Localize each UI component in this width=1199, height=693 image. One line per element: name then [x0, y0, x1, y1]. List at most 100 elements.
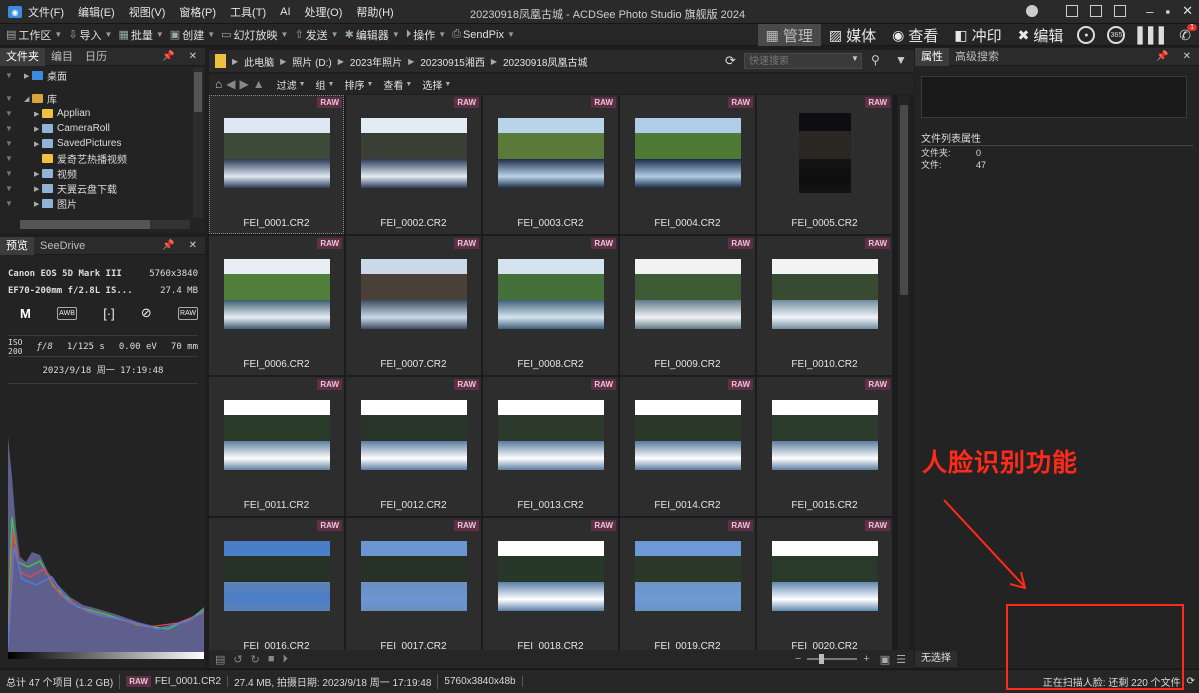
chevron-right-icon[interactable]: ▶: [280, 57, 286, 66]
tree-item-iqiyi[interactable]: ▼ 爱奇艺热播视频: [0, 151, 205, 166]
chevron-right-icon[interactable]: ▶: [34, 185, 42, 193]
tree-item-library[interactable]: ▼ ◢ 库: [0, 91, 205, 106]
tab-preview[interactable]: 预览: [0, 236, 34, 255]
tab-seedrive[interactable]: SeeDrive: [34, 237, 91, 255]
breadcrumb-xiangxi[interactable]: 20230915湘西: [420, 54, 485, 69]
close-icon[interactable]: ✕: [189, 51, 197, 62]
filter-icon[interactable]: ▼: [895, 53, 907, 67]
thumbnail-item[interactable]: RAW FEI_0005.CR2: [757, 95, 892, 234]
import-button[interactable]: ⇩ 导入 ▼: [68, 27, 112, 43]
thumbnail-item[interactable]: RAW FEI_0001.CR2: [209, 95, 344, 234]
face-scan-icon[interactable]: ⟳: [1187, 676, 1195, 687]
mode-manage[interactable]: ▦ 管理: [757, 24, 821, 46]
menu-pane[interactable]: 窗格(P): [179, 4, 216, 20]
quick-search-input[interactable]: [744, 53, 862, 69]
chevron-right-icon[interactable]: ▶: [34, 170, 42, 178]
menu-help[interactable]: 帮助(H): [356, 4, 393, 20]
tree-item-cloud-download[interactable]: ▼ ▶ 天翼云盘下载: [0, 181, 205, 196]
thumbnail-size-slider[interactable]: [807, 654, 858, 664]
tab-advanced-search[interactable]: 高级搜索: [949, 48, 1005, 66]
thumbnail-item[interactable]: RAW FEI_0002.CR2: [346, 95, 481, 234]
minimize-button[interactable]: –: [1146, 4, 1153, 19]
chevron-right-icon[interactable]: ▶: [34, 140, 42, 148]
back-icon[interactable]: ◀: [226, 77, 235, 91]
layout-2-icon[interactable]: [1090, 5, 1103, 17]
thumbnail-item[interactable]: RAW FEI_0011.CR2: [209, 377, 344, 516]
mode-edit[interactable]: ✖ 编辑: [1010, 24, 1072, 46]
pin-icon[interactable]: 📌: [1156, 51, 1168, 62]
group-menu[interactable]: 组: [316, 77, 326, 92]
breadcrumb-fenghuang[interactable]: 20230918凤凰古城: [503, 54, 588, 69]
thumbnail-item[interactable]: RAW FEI_0014.CR2: [620, 377, 755, 516]
chevron-right-icon[interactable]: ▶: [232, 57, 238, 66]
tab-folders[interactable]: 文件夹: [0, 47, 45, 66]
thumbnail-item[interactable]: RAW FEI_0018.CR2: [483, 518, 618, 650]
edit-icon[interactable]: ▤: [215, 653, 225, 666]
filter-menu[interactable]: 过滤: [277, 77, 297, 92]
select-menu[interactable]: 选择: [422, 77, 442, 92]
refresh-icon[interactable]: ⟳: [725, 53, 736, 69]
chevron-right-icon[interactable]: ▶: [34, 125, 42, 133]
mode-develop[interactable]: ◧ 冲印: [946, 24, 1009, 46]
zoom-out-icon[interactable]: −: [795, 653, 801, 665]
thumbnail-item[interactable]: RAW FEI_0004.CR2: [620, 95, 755, 234]
tab-properties[interactable]: 属性: [915, 47, 949, 66]
list-view-icon[interactable]: ☰: [896, 653, 906, 666]
menu-file[interactable]: 文件(F): [28, 4, 64, 20]
close-icon[interactable]: ✕: [1183, 51, 1191, 62]
dashboard-icon[interactable]: ▌▌▌: [1137, 27, 1169, 44]
search-dropdown-icon[interactable]: ▼: [851, 54, 859, 63]
menu-tools[interactable]: 工具(T): [230, 4, 266, 20]
sort-menu[interactable]: 排序: [344, 77, 364, 92]
send-button[interactable]: ⇧ 发送 ▼: [294, 27, 338, 43]
rotate-left-icon[interactable]: ↺: [233, 653, 242, 666]
menu-view[interactable]: 视图(V): [129, 4, 166, 20]
tree-item-cameraroll[interactable]: ▼ ▶ CameraRoll: [0, 121, 205, 136]
breadcrumb-2023-photos[interactable]: 2023年照片: [350, 54, 402, 69]
layout-1-icon[interactable]: [1066, 5, 1079, 17]
search-icon[interactable]: ⚲: [871, 53, 880, 67]
sendpix-button[interactable]: ⎙ SendPix ▼: [452, 28, 515, 41]
thumbnail-item[interactable]: RAW FEI_0010.CR2: [757, 236, 892, 375]
chevron-right-icon[interactable]: ▶: [24, 72, 32, 80]
thumbnail-item[interactable]: RAW FEI_0007.CR2: [346, 236, 481, 375]
pin-icon[interactable]: 📌: [162, 51, 174, 62]
slideshow-button[interactable]: ▭ 幻灯放映 ▼: [221, 27, 288, 43]
menu-ai[interactable]: AI: [280, 6, 290, 18]
tab-calendar[interactable]: 日历: [79, 48, 113, 66]
play-icon[interactable]: ⏵: [283, 653, 289, 666]
editor-button[interactable]: ✱ 编辑器 ▼: [345, 27, 400, 43]
tree-item-applian[interactable]: ▼ ▶ Applian: [0, 106, 205, 121]
scrollbar-thumb[interactable]: [900, 105, 908, 295]
pin-icon[interactable]: 📌: [162, 240, 174, 251]
tab-catalog[interactable]: 编目: [45, 48, 79, 66]
thumbnail-item[interactable]: RAW FEI_0012.CR2: [346, 377, 481, 516]
thumbnail-item[interactable]: RAW FEI_0008.CR2: [483, 236, 618, 375]
acdsee-365-icon[interactable]: 365: [1107, 26, 1126, 44]
breadcrumb-this-pc[interactable]: 此电脑: [244, 54, 274, 69]
actions-button[interactable]: ⏵ 操作 ▼: [406, 27, 446, 43]
chevron-right-icon[interactable]: ▶: [491, 57, 497, 66]
zoom-in-icon[interactable]: +: [863, 653, 869, 665]
thumbnail-item[interactable]: RAW FEI_0009.CR2: [620, 236, 755, 375]
breadcrumb-drive-d[interactable]: 照片 (D:): [292, 54, 331, 69]
people-icon[interactable]: ●: [1077, 26, 1096, 44]
thumbnail-item[interactable]: RAW FEI_0019.CR2: [620, 518, 755, 650]
menu-edit[interactable]: 编辑(E): [78, 4, 115, 20]
notifications-icon[interactable]: ✆ 1: [1179, 23, 1197, 44]
workspace-button[interactable]: ▤ 工作区 ▼: [6, 27, 62, 43]
mode-view[interactable]: ◉ 查看: [884, 24, 946, 46]
close-icon[interactable]: ✕: [189, 240, 197, 251]
tree-vscrollbar[interactable]: [193, 68, 203, 218]
tree-item-pictures[interactable]: ▼ ▶ 图片: [0, 196, 205, 211]
up-icon[interactable]: ▲: [253, 77, 265, 91]
thumbnail-item[interactable]: RAW FEI_0017.CR2: [346, 518, 481, 650]
thumbnail-item[interactable]: RAW FEI_0016.CR2: [209, 518, 344, 650]
chevron-right-icon[interactable]: ▶: [338, 57, 344, 66]
chevron-right-icon[interactable]: ▶: [408, 57, 414, 66]
thumbnail-item[interactable]: RAW FEI_0020.CR2: [757, 518, 892, 650]
thumbnail-item[interactable]: RAW FEI_0015.CR2: [757, 377, 892, 516]
tree-item-desktop[interactable]: ▼ ▶ 桌面: [0, 68, 205, 83]
create-button[interactable]: ▣ 创建 ▼: [170, 27, 215, 43]
grid-scrollbar[interactable]: [898, 95, 910, 650]
